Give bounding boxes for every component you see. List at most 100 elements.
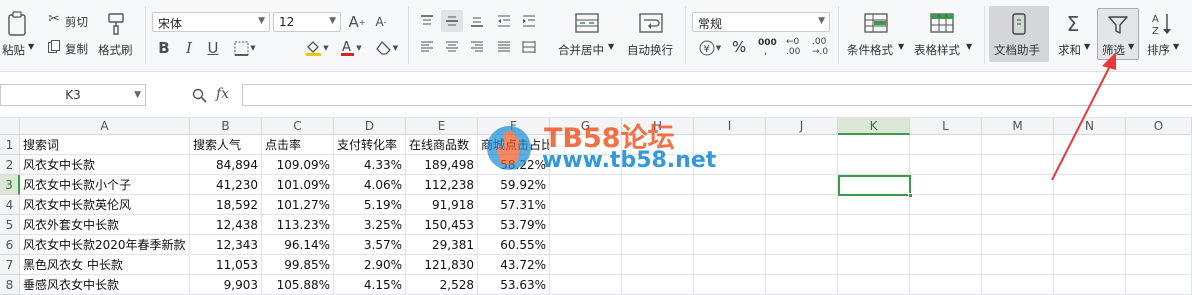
cell-g2[interactable] — [550, 155, 622, 175]
cell-o5[interactable] — [1126, 215, 1192, 235]
align-left-icon[interactable] — [418, 38, 436, 56]
cell-h7[interactable] — [622, 255, 694, 275]
row-header-7[interactable]: 7 — [0, 255, 20, 275]
column-header-b[interactable]: B — [190, 118, 262, 135]
border-icon[interactable]: ▼ — [232, 38, 258, 58]
cell-o1[interactable] — [1126, 135, 1192, 155]
cell-i1[interactable] — [694, 135, 766, 155]
cell-d6[interactable]: 3.57% — [334, 235, 406, 255]
cell-j8[interactable] — [766, 275, 838, 295]
merge-center-button[interactable]: 合并居中 — [558, 42, 604, 58]
row-header-6[interactable]: 6 — [0, 235, 20, 255]
cell-g1[interactable] — [550, 135, 622, 155]
cell-e7[interactable]: 121,830 — [406, 255, 478, 275]
cell-b4[interactable]: 18,592 — [190, 195, 262, 215]
cell-h2[interactable] — [622, 155, 694, 175]
cell-o2[interactable] — [1126, 155, 1192, 175]
cell-b7[interactable]: 11,053 — [190, 255, 262, 275]
cell-j3[interactable] — [766, 175, 838, 195]
align-center-icon[interactable] — [443, 38, 461, 56]
underline-icon[interactable]: U — [204, 38, 222, 58]
fill-handle[interactable] — [908, 193, 913, 198]
cell-e6[interactable]: 29,381 — [406, 235, 478, 255]
fill-color-icon[interactable]: ▼ — [302, 38, 332, 58]
document-phone-icon[interactable] — [1006, 10, 1032, 38]
row-header-2[interactable]: 2 — [0, 155, 20, 175]
cell-j7[interactable] — [766, 255, 838, 275]
cell-m1[interactable] — [982, 135, 1054, 155]
increase-indent-icon[interactable] — [520, 12, 538, 30]
font-name-select[interactable]: 宋体 ▼ — [152, 12, 270, 32]
sum-dropdown-icon[interactable]: ▼ — [1084, 42, 1090, 51]
cell-l2[interactable] — [910, 155, 982, 175]
cell-h3[interactable] — [622, 175, 694, 195]
cell-g3[interactable] — [550, 175, 622, 195]
cell-b3[interactable]: 41,230 — [190, 175, 262, 195]
cell-j2[interactable] — [766, 155, 838, 175]
cell-c1[interactable]: 点击率 — [262, 135, 334, 155]
cell-l3[interactable] — [910, 175, 982, 195]
filter-funnel-icon[interactable] — [1105, 12, 1131, 38]
cell-d8[interactable]: 4.15% — [334, 275, 406, 295]
chevron-down-icon[interactable]: ▼ — [134, 85, 141, 105]
cell-k2[interactable] — [838, 155, 910, 175]
clear-format-icon[interactable]: ▼ — [372, 38, 402, 58]
row-header-1[interactable]: 1 — [0, 135, 20, 155]
cell-c8[interactable]: 105.88% — [262, 275, 334, 295]
decrease-decimal-button[interactable]: .00 →.0 — [812, 37, 834, 59]
cell-c5[interactable]: 113.23% — [262, 215, 334, 235]
column-header-e[interactable]: E — [406, 118, 478, 135]
format-painter-icon[interactable] — [104, 10, 128, 38]
cell-b5[interactable]: 12,438 — [190, 215, 262, 235]
cell-b8[interactable]: 9,903 — [190, 275, 262, 295]
cell-l7[interactable] — [910, 255, 982, 275]
cell-f2[interactable]: 58.22% — [478, 155, 550, 175]
formula-input[interactable] — [242, 84, 1192, 106]
cell-l1[interactable] — [910, 135, 982, 155]
cell-d5[interactable]: 3.25% — [334, 215, 406, 235]
cell-n2[interactable] — [1054, 155, 1126, 175]
cell-e1[interactable]: 在线商品数 — [406, 135, 478, 155]
cell-d2[interactable]: 4.33% — [334, 155, 406, 175]
cell-a3[interactable]: 风衣女中长款小个子 — [20, 175, 190, 195]
cell-h4[interactable] — [622, 195, 694, 215]
cell-k4[interactable] — [838, 195, 910, 215]
cell-e4[interactable]: 91,918 — [406, 195, 478, 215]
column-header-g[interactable]: G — [550, 118, 622, 135]
cell-c7[interactable]: 99.85% — [262, 255, 334, 275]
cell-e5[interactable]: 150,453 — [406, 215, 478, 235]
conditional-format-icon[interactable] — [862, 10, 890, 36]
cell-f6[interactable]: 60.55% — [478, 235, 550, 255]
selected-cell-k3[interactable] — [838, 175, 911, 196]
bold-icon[interactable]: B — [155, 38, 173, 58]
sort-icon[interactable]: AZ — [1149, 10, 1175, 38]
cell-a4[interactable]: 风衣女中长款英伦风 — [20, 195, 190, 215]
spreadsheet-grid[interactable]: ABCDEFGHIJKLMNO 12345678 搜索词 搜索人气 点击率 支付转化率… — [0, 118, 1192, 295]
cell-d3[interactable]: 4.06% — [334, 175, 406, 195]
cell-j5[interactable] — [766, 215, 838, 235]
cell-m8[interactable] — [982, 275, 1054, 295]
decrease-indent-icon[interactable] — [495, 12, 513, 30]
cell-m7[interactable] — [982, 255, 1054, 275]
cell-e3[interactable]: 112,238 — [406, 175, 478, 195]
cell-j6[interactable] — [766, 235, 838, 255]
sum-button[interactable]: 求和 — [1058, 42, 1081, 58]
percent-button[interactable]: % — [732, 38, 746, 56]
cell-k6[interactable] — [838, 235, 910, 255]
cell-n8[interactable] — [1054, 275, 1126, 295]
increase-decimal-button[interactable]: ←0 .00 — [786, 37, 808, 59]
cell-g5[interactable] — [550, 215, 622, 235]
cell-b2[interactable]: 84,894 — [190, 155, 262, 175]
table-style-button[interactable]: 表格样式 — [914, 42, 960, 58]
cell-k8[interactable] — [838, 275, 910, 295]
cell-c4[interactable]: 101.27% — [262, 195, 334, 215]
cell-j4[interactable] — [766, 195, 838, 215]
column-header-d[interactable]: D — [334, 118, 406, 135]
italic-icon[interactable]: I — [180, 38, 198, 58]
cell-f8[interactable]: 53.63% — [478, 275, 550, 295]
column-header-o[interactable]: O — [1126, 118, 1192, 135]
column-header-k[interactable]: K — [838, 118, 910, 135]
increase-font-icon[interactable]: A + — [348, 12, 366, 32]
column-header-j[interactable]: J — [766, 118, 838, 135]
function-fx-icon[interactable]: fx — [216, 86, 229, 102]
